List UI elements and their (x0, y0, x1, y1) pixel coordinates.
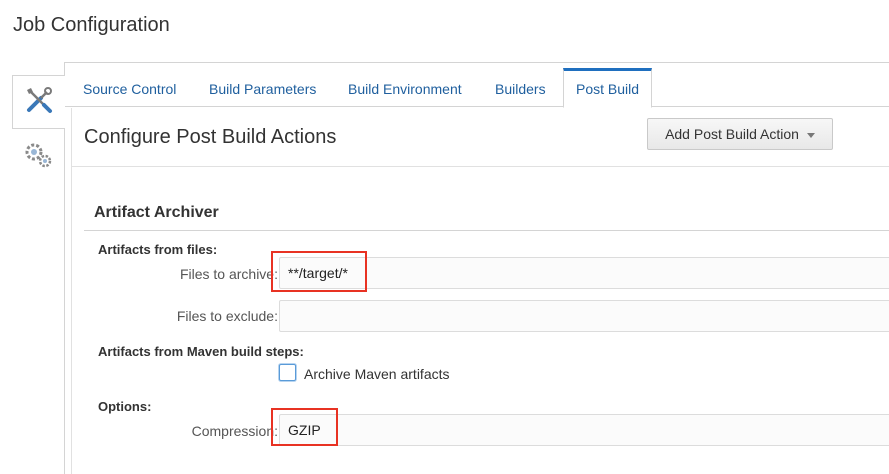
artifacts-from-files-label: Artifacts from files: (98, 242, 218, 257)
tab-build-parameters[interactable]: Build Parameters (209, 69, 316, 107)
compression-select[interactable]: GZIP (279, 414, 889, 446)
highlight-box (271, 251, 367, 292)
archive-maven-artifacts-checkbox[interactable] (279, 364, 296, 381)
rail-tab-configure[interactable] (12, 75, 65, 129)
add-button-label: Add Post Build Action (665, 126, 799, 142)
options-label: Options: (98, 399, 152, 414)
rail-tab-settings[interactable] (12, 137, 64, 177)
divider (84, 230, 889, 231)
archive-maven-artifacts-label[interactable]: Archive Maven artifacts (304, 366, 450, 382)
files-to-archive-input[interactable]: **/target/* (279, 257, 889, 289)
compression-label: Compression: (191, 423, 278, 439)
add-post-build-action-button[interactable]: Add Post Build Action (647, 118, 833, 150)
tab-post-build[interactable]: Post Build (563, 68, 653, 108)
gears-icon (22, 140, 54, 175)
divider (72, 166, 889, 167)
config-tabs: Source Control Build Parameters Build En… (65, 63, 889, 108)
tab-source-control[interactable]: Source Control (83, 69, 176, 107)
chevron-down-icon (806, 132, 815, 138)
left-rail (12, 75, 65, 474)
artifacts-from-maven-label: Artifacts from Maven build steps: (98, 344, 304, 359)
tab-build-environment[interactable]: Build Environment (348, 69, 462, 107)
tab-builders[interactable]: Builders (495, 69, 546, 107)
section-title: Configure Post Build Actions (84, 126, 337, 148)
page-title: Job Configuration (13, 14, 170, 36)
artifact-archiver-title: Artifact Archiver (94, 204, 219, 221)
tools-icon (24, 85, 54, 120)
files-to-archive-label: Files to archive: (179, 266, 278, 282)
files-to-exclude-input[interactable] (279, 300, 889, 332)
files-to-exclude-label: Files to exclude: (176, 308, 278, 324)
post-build-content: Configure Post Build Actions Add Post Bu… (71, 108, 889, 474)
config-panel: Source Control Build Parameters Build En… (64, 62, 889, 474)
highlight-box (271, 408, 338, 446)
